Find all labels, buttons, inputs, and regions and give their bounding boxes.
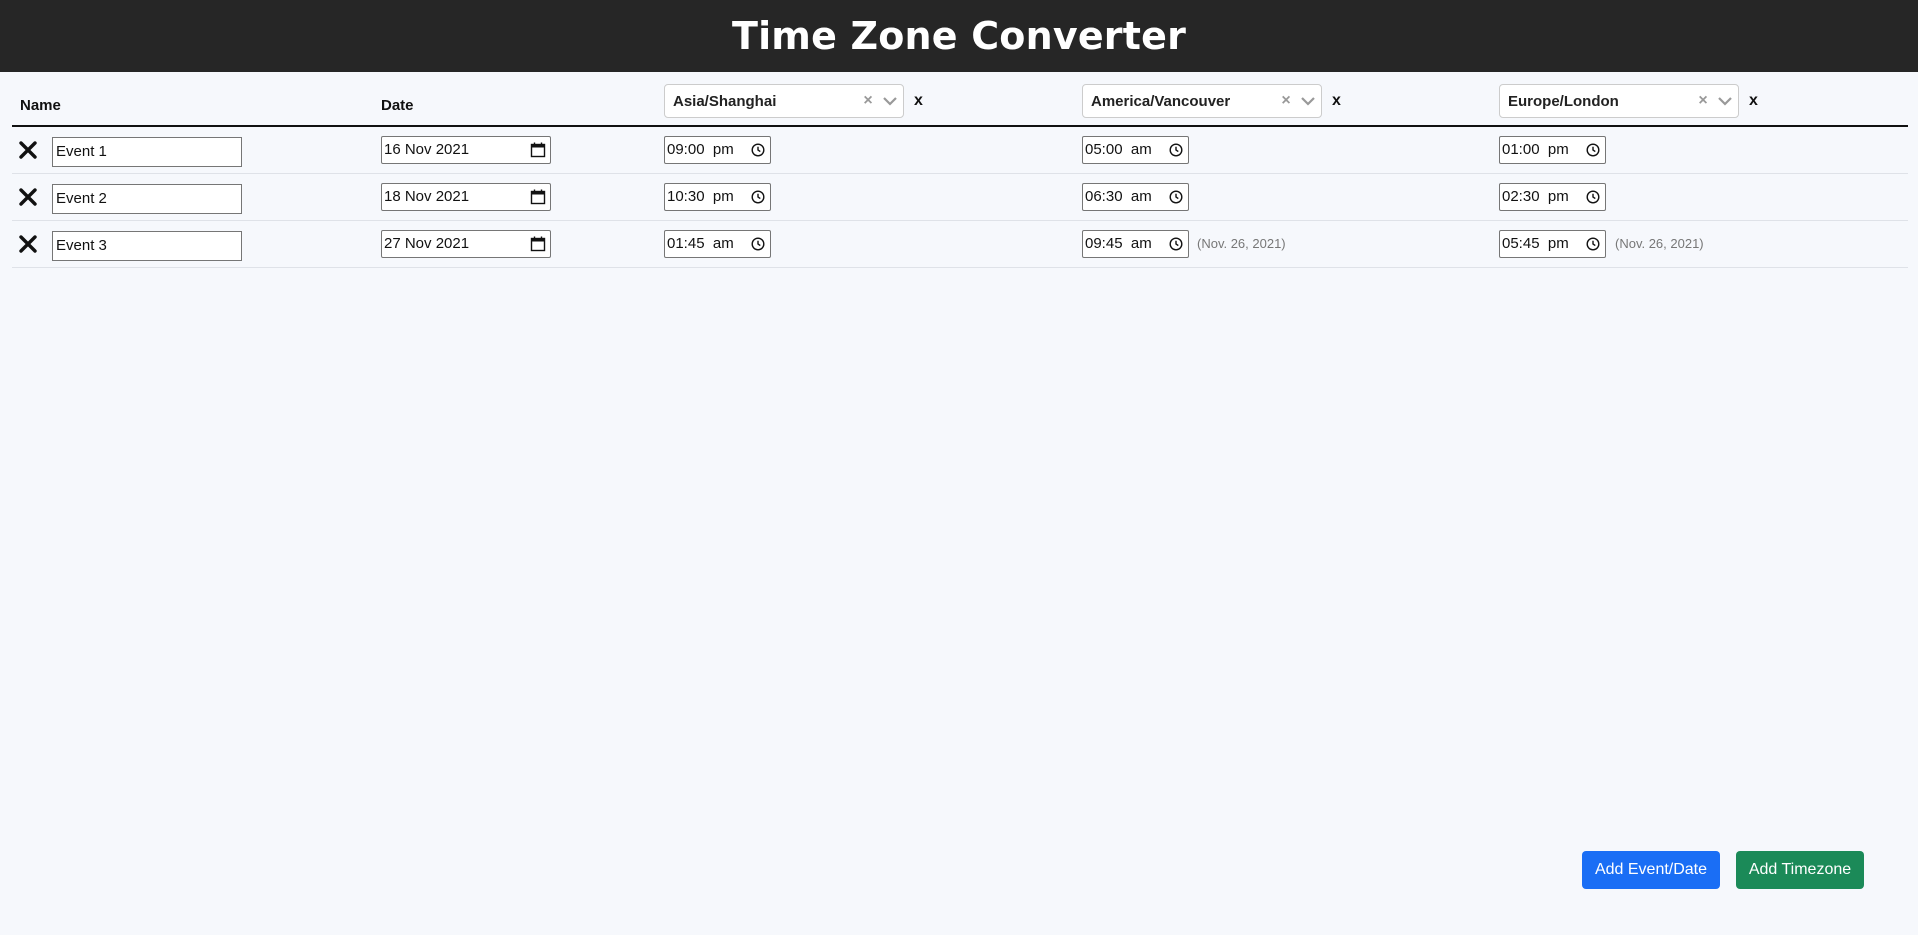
remove-timezone-button-1[interactable]: x (914, 92, 923, 110)
date-value: 16 Nov 2021 (384, 141, 470, 158)
column-header-date: Date (381, 97, 414, 114)
time-ampm: am (1130, 188, 1152, 205)
chevron-down-icon[interactable] (1295, 85, 1321, 117)
date-shift-note: (Nov. 26, 2021) (1615, 236, 1704, 251)
timezone-value: Europe/London (1508, 92, 1619, 110)
chevron-down-icon[interactable] (877, 85, 903, 117)
time-input[interactable]: 01:00 pm (1499, 136, 1606, 164)
time-ampm: pm (1547, 235, 1569, 252)
clock-icon[interactable] (1169, 237, 1183, 251)
time-value: 01:45 (667, 235, 705, 252)
event-name-input[interactable]: Event 3 (52, 231, 242, 261)
table-row: Event 2 18 Nov 2021 10:30 pm 06:30 am 02… (12, 174, 1908, 221)
event-name-input[interactable]: Event 1 (52, 137, 242, 167)
time-input[interactable]: 01:45 am (664, 230, 771, 258)
time-ampm: pm (712, 188, 734, 205)
column-header-name: Name (20, 97, 61, 114)
clock-icon[interactable] (1586, 237, 1600, 251)
time-value: 05:00 (1085, 141, 1123, 158)
table-header: Name Date Asia/Shanghai × x America/Vanc… (12, 72, 1908, 127)
delete-row-icon[interactable] (18, 187, 38, 207)
timezone-select-2[interactable]: America/Vancouver × (1082, 84, 1322, 118)
event-date-input[interactable]: 18 Nov 2021 (381, 183, 551, 211)
time-input[interactable]: 09:00 pm (664, 136, 771, 164)
page-title: Time Zone Converter (731, 14, 1187, 58)
clock-icon[interactable] (751, 237, 765, 251)
remove-timezone-button-2[interactable]: x (1332, 92, 1341, 110)
time-value: 01:00 (1502, 141, 1540, 158)
clear-icon[interactable]: × (859, 92, 877, 110)
time-input[interactable]: 02:30 pm (1499, 183, 1606, 211)
time-value: 05:45 (1502, 235, 1540, 252)
time-value: 02:30 (1502, 188, 1540, 205)
add-event-button[interactable]: Add Event/Date (1582, 851, 1720, 889)
delete-row-icon[interactable] (18, 234, 38, 254)
event-date-input[interactable]: 27 Nov 2021 (381, 230, 551, 258)
time-ampm: pm (1547, 188, 1569, 205)
events-table: Name Date Asia/Shanghai × x America/Vanc… (12, 72, 1908, 268)
clock-icon[interactable] (1169, 143, 1183, 157)
time-value: 09:00 (667, 141, 705, 158)
time-input[interactable]: 05:45 pm (1499, 230, 1606, 258)
delete-row-icon[interactable] (18, 140, 38, 160)
calendar-icon[interactable] (530, 189, 546, 205)
calendar-icon[interactable] (530, 142, 546, 158)
clock-icon[interactable] (751, 190, 765, 204)
clock-icon[interactable] (1169, 190, 1183, 204)
clock-icon[interactable] (1586, 143, 1600, 157)
time-value: 06:30 (1085, 188, 1123, 205)
timezone-select-1[interactable]: Asia/Shanghai × (664, 84, 904, 118)
time-ampm: pm (1547, 141, 1569, 158)
date-shift-note: (Nov. 26, 2021) (1197, 236, 1286, 251)
date-value: 18 Nov 2021 (384, 188, 470, 205)
time-ampm: am (712, 235, 734, 252)
timezone-value: Asia/Shanghai (673, 92, 777, 110)
timezone-value: America/Vancouver (1091, 92, 1231, 110)
clock-icon[interactable] (1586, 190, 1600, 204)
event-name-input[interactable]: Event 2 (52, 184, 242, 214)
time-ampm: am (1130, 141, 1152, 158)
chevron-down-icon[interactable] (1712, 85, 1738, 117)
time-input[interactable]: 09:45 am (1082, 230, 1189, 258)
table-row: Event 1 16 Nov 2021 09:00 pm 05:00 am 01… (12, 127, 1908, 174)
clear-icon[interactable]: × (1277, 92, 1295, 110)
table-row: Event 3 27 Nov 2021 01:45 am 09:45 am (N… (12, 221, 1908, 268)
date-value: 27 Nov 2021 (384, 235, 470, 252)
time-value: 10:30 (667, 188, 705, 205)
time-ampm: am (1130, 235, 1152, 252)
event-date-input[interactable]: 16 Nov 2021 (381, 136, 551, 164)
time-input[interactable]: 10:30 pm (664, 183, 771, 211)
time-input[interactable]: 05:00 am (1082, 136, 1189, 164)
time-input[interactable]: 06:30 am (1082, 183, 1189, 211)
clear-icon[interactable]: × (1694, 92, 1712, 110)
clock-icon[interactable] (751, 143, 765, 157)
app-header: Time Zone Converter (0, 0, 1918, 72)
timezone-select-3[interactable]: Europe/London × (1499, 84, 1739, 118)
time-ampm: pm (712, 141, 734, 158)
calendar-icon[interactable] (530, 236, 546, 252)
remove-timezone-button-3[interactable]: x (1749, 92, 1758, 110)
add-timezone-button[interactable]: Add Timezone (1736, 851, 1864, 889)
time-value: 09:45 (1085, 235, 1123, 252)
